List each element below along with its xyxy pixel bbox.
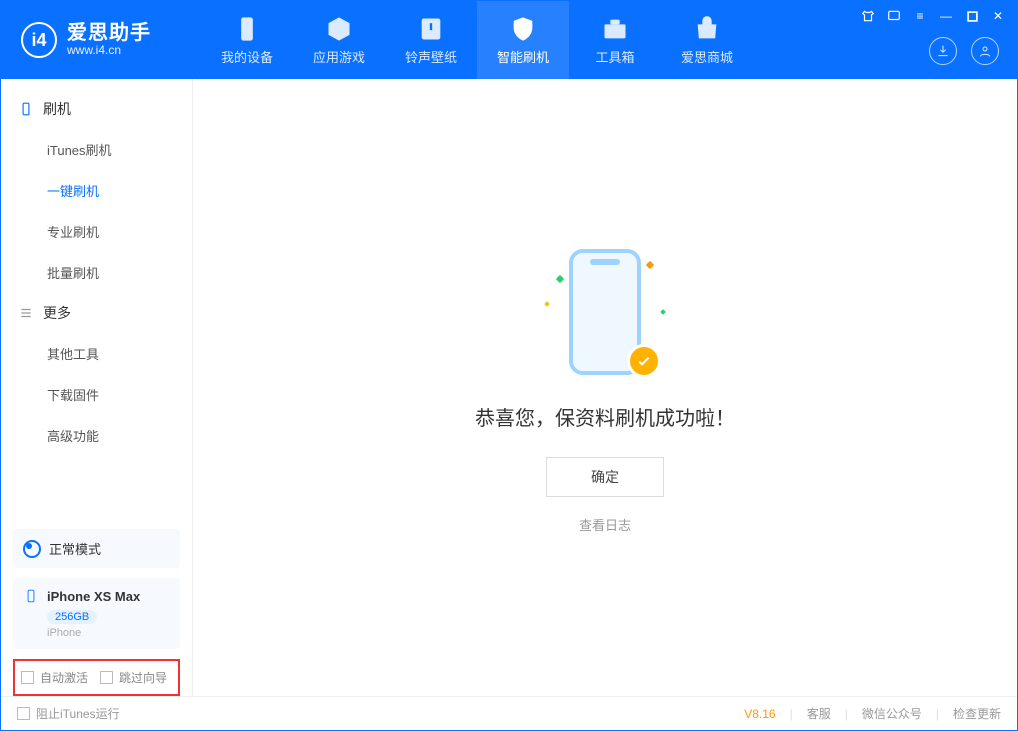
cube-icon (325, 15, 353, 43)
checkbox-box (17, 707, 30, 720)
ok-button[interactable]: 确定 (546, 457, 664, 497)
sidebar: 刷机 iTunes刷机 一键刷机 专业刷机 批量刷机 更多 其他工具 下载固件 … (1, 79, 193, 696)
footer: 阻止iTunes运行 V8.16 | 客服 | 微信公众号 | 检查更新 (1, 696, 1017, 730)
device-name: iPhone XS Max (47, 589, 140, 604)
device-type: iPhone (47, 627, 170, 639)
sidebar-item-advanced[interactable]: 高级功能 (47, 415, 192, 456)
music-icon (417, 15, 445, 43)
view-log-link[interactable]: 查看日志 (579, 515, 631, 534)
toolbox-icon (601, 15, 629, 43)
header: i4 爱思助手 www.i4.cn 我的设备 应用游戏 铃声壁纸 智能刷机 (1, 1, 1017, 79)
sidebar-group-more[interactable]: 更多 (1, 293, 192, 333)
checkbox-block-itunes[interactable]: 阻止iTunes运行 (17, 705, 120, 722)
footer-link-wechat[interactable]: 微信公众号 (862, 705, 922, 722)
device-storage: 256GB (47, 610, 97, 624)
menu-icon[interactable]: ≡ (911, 7, 929, 25)
status-text: 正常模式 (49, 539, 101, 558)
device-phone-icon (23, 588, 39, 604)
status-icon (23, 540, 41, 558)
device-card[interactable]: iPhone XS Max 256GB iPhone (13, 578, 180, 649)
nav-ringtone-wallpaper[interactable]: 铃声壁纸 (385, 1, 477, 79)
status-card[interactable]: 正常模式 (13, 529, 180, 568)
nav-my-device[interactable]: 我的设备 (201, 1, 293, 79)
options-highlight: 自动激活 跳过向导 (13, 659, 180, 696)
logo-title: 爱思助手 (67, 22, 151, 44)
close-button[interactable]: ✕ (989, 7, 1007, 25)
store-icon (693, 15, 721, 43)
phone-icon (19, 102, 33, 116)
minimize-button[interactable]: — (937, 7, 955, 25)
nav-apps-games[interactable]: 应用游戏 (293, 1, 385, 79)
main-content: 恭喜您，保资料刷机成功啦！ 确定 查看日志 (193, 79, 1017, 696)
sidebar-item-other-tools[interactable]: 其他工具 (47, 333, 192, 374)
maximize-button[interactable] (963, 7, 981, 25)
sidebar-item-batch-flash[interactable]: 批量刷机 (47, 252, 192, 293)
checkbox-auto-activate[interactable]: 自动激活 (21, 669, 88, 686)
nav-smart-flash[interactable]: 智能刷机 (477, 1, 569, 79)
logo-icon: i4 (21, 22, 57, 58)
sidebar-bottom: 正常模式 iPhone XS Max 256GB iPhone 自动激活 (1, 529, 192, 696)
sidebar-item-one-click-flash[interactable]: 一键刷机 (47, 170, 192, 211)
sidebar-item-pro-flash[interactable]: 专业刷机 (47, 211, 192, 252)
app-window: i4 爱思助手 www.i4.cn 我的设备 应用游戏 铃声壁纸 智能刷机 (0, 0, 1018, 731)
logo-subtitle: www.i4.cn (67, 44, 151, 57)
nav-store[interactable]: 爱思商城 (661, 1, 753, 79)
success-message: 恭喜您，保资料刷机成功啦！ (475, 402, 735, 431)
sidebar-item-itunes-flash[interactable]: iTunes刷机 (47, 129, 192, 170)
download-button[interactable] (929, 37, 957, 65)
window-controls: ≡ — ✕ (859, 7, 1007, 25)
feedback-icon[interactable] (885, 7, 903, 25)
version-label[interactable]: V8.16 (744, 707, 775, 721)
checkbox-box (21, 671, 34, 684)
check-badge-icon (627, 344, 661, 378)
logo[interactable]: i4 爱思助手 www.i4.cn (1, 1, 201, 79)
device-icon (233, 15, 261, 43)
footer-link-update[interactable]: 检查更新 (953, 705, 1001, 722)
body: 刷机 iTunes刷机 一键刷机 专业刷机 批量刷机 更多 其他工具 下载固件 … (1, 79, 1017, 696)
success-illustration (535, 242, 675, 382)
sidebar-item-download-firmware[interactable]: 下载固件 (47, 374, 192, 415)
checkbox-box (100, 671, 113, 684)
footer-link-service[interactable]: 客服 (807, 705, 831, 722)
shirt-icon[interactable] (859, 7, 877, 25)
user-button[interactable] (971, 37, 999, 65)
sidebar-group-flash[interactable]: 刷机 (1, 89, 192, 129)
nav-toolbox[interactable]: 工具箱 (569, 1, 661, 79)
checkbox-skip-guide[interactable]: 跳过向导 (100, 669, 167, 686)
top-nav: 我的设备 应用游戏 铃声壁纸 智能刷机 工具箱 爱思商城 (201, 1, 753, 79)
list-icon (19, 306, 33, 320)
header-account (929, 37, 999, 65)
shield-refresh-icon (509, 15, 537, 43)
